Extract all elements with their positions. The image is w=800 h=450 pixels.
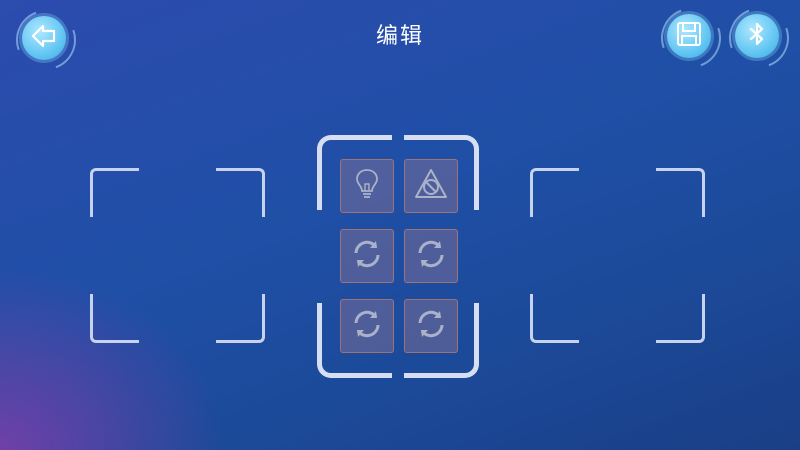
left-slot[interactable] bbox=[90, 168, 265, 343]
rotate-icon bbox=[350, 237, 384, 275]
tile-rotate[interactable] bbox=[340, 229, 394, 283]
rotate-icon bbox=[350, 307, 384, 345]
right-slot[interactable] bbox=[530, 168, 705, 343]
no-obstacle-icon bbox=[413, 167, 449, 205]
rotate-icon bbox=[414, 237, 448, 275]
tile-light[interactable] bbox=[340, 159, 394, 213]
center-slot[interactable] bbox=[317, 135, 479, 378]
save-button[interactable] bbox=[651, 0, 731, 78]
frame-corner bbox=[90, 168, 139, 217]
frame-corner bbox=[656, 168, 705, 217]
frame-corner bbox=[216, 294, 265, 343]
frame-corner bbox=[530, 294, 579, 343]
frame-corner bbox=[216, 168, 265, 217]
floppy-disk-icon bbox=[675, 20, 703, 52]
lightbulb-icon bbox=[352, 167, 382, 205]
arrow-left-icon bbox=[29, 21, 59, 55]
frame-corner bbox=[90, 294, 139, 343]
tile-obstacle[interactable] bbox=[404, 159, 458, 213]
rotate-icon bbox=[414, 307, 448, 345]
tile-rotate[interactable] bbox=[404, 229, 458, 283]
tile-rotate[interactable] bbox=[404, 299, 458, 353]
frame-corner bbox=[530, 168, 579, 217]
frame-corner bbox=[656, 294, 705, 343]
bluetooth-icon bbox=[744, 21, 770, 51]
bluetooth-button[interactable] bbox=[719, 0, 799, 78]
back-button[interactable] bbox=[6, 0, 86, 80]
tile-rotate[interactable] bbox=[340, 299, 394, 353]
